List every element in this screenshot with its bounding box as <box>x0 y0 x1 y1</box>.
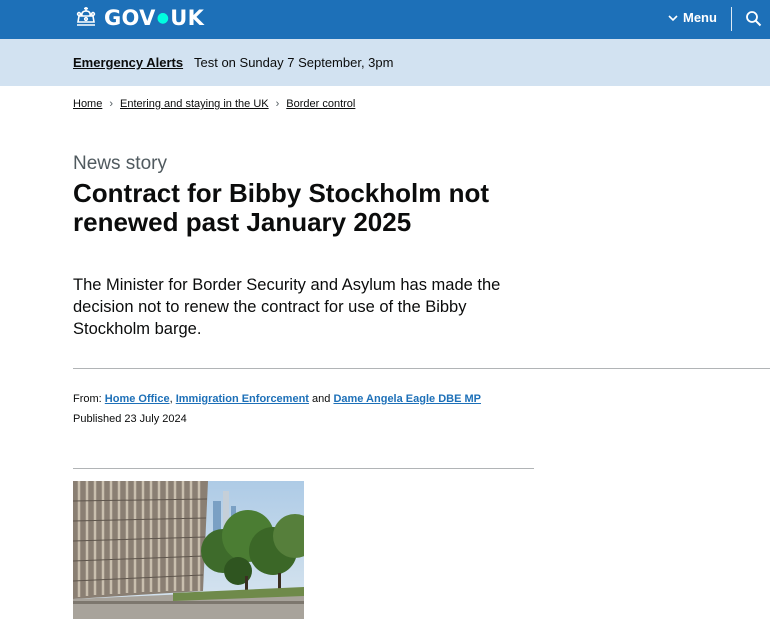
org-link-angela-eagle[interactable]: Dame Angela Eagle DBE MP <box>333 393 481 405</box>
govuk-logo-link[interactable]: GOV●UK <box>73 5 204 31</box>
from-separator: , <box>169 393 173 405</box>
menu-button[interactable]: Menu <box>668 10 717 25</box>
alert-text: Test on Sunday 7 September, 3pm <box>194 55 394 70</box>
site-header: GOV●UK Menu <box>0 0 770 39</box>
section-divider <box>73 368 770 369</box>
page-title: Contract for Bibby Stockholm not renewed… <box>73 178 489 237</box>
crown-icon <box>76 7 96 26</box>
breadcrumb-entering-staying[interactable]: Entering and staying in the UK <box>120 98 269 110</box>
logo-dot: ● <box>156 10 170 26</box>
lead-paragraph: The Minister for Border Security and Asy… <box>73 276 501 338</box>
published-date: 23 July 2024 <box>124 413 187 425</box>
home-office-building-photo <box>73 481 304 619</box>
header-divider <box>731 7 732 31</box>
breadcrumb-home[interactable]: Home <box>73 98 102 110</box>
image-divider <box>73 468 534 469</box>
org-link-home-office[interactable]: Home Office <box>105 393 170 405</box>
chevron-right-icon: › <box>275 98 280 110</box>
search-icon[interactable] <box>745 10 762 27</box>
published-label: Published <box>73 413 122 425</box>
breadcrumb-border-control[interactable]: Border control <box>286 98 355 110</box>
org-link-immigration-enforcement[interactable]: Immigration Enforcement <box>176 393 309 405</box>
from-and: and <box>312 393 331 405</box>
metadata-from: From: Home Office, Immigration Enforceme… <box>73 393 481 405</box>
emergency-alerts-link[interactable]: Emergency Alerts <box>73 55 183 70</box>
from-label: From: <box>73 393 102 405</box>
breadcrumb: Home › Entering and staying in the UK › … <box>73 98 355 110</box>
chevron-right-icon: › <box>109 98 114 110</box>
logo-text-uk: UK <box>170 6 205 30</box>
emergency-alert-banner: Emergency Alerts Test on Sunday 7 Septem… <box>0 39 770 86</box>
menu-label: Menu <box>683 10 717 25</box>
logo-text-gov: GOV <box>104 6 156 30</box>
chevron-down-icon <box>668 14 678 21</box>
metadata-published: Published 23 July 2024 <box>73 413 187 425</box>
page-caption: News story <box>73 153 167 174</box>
